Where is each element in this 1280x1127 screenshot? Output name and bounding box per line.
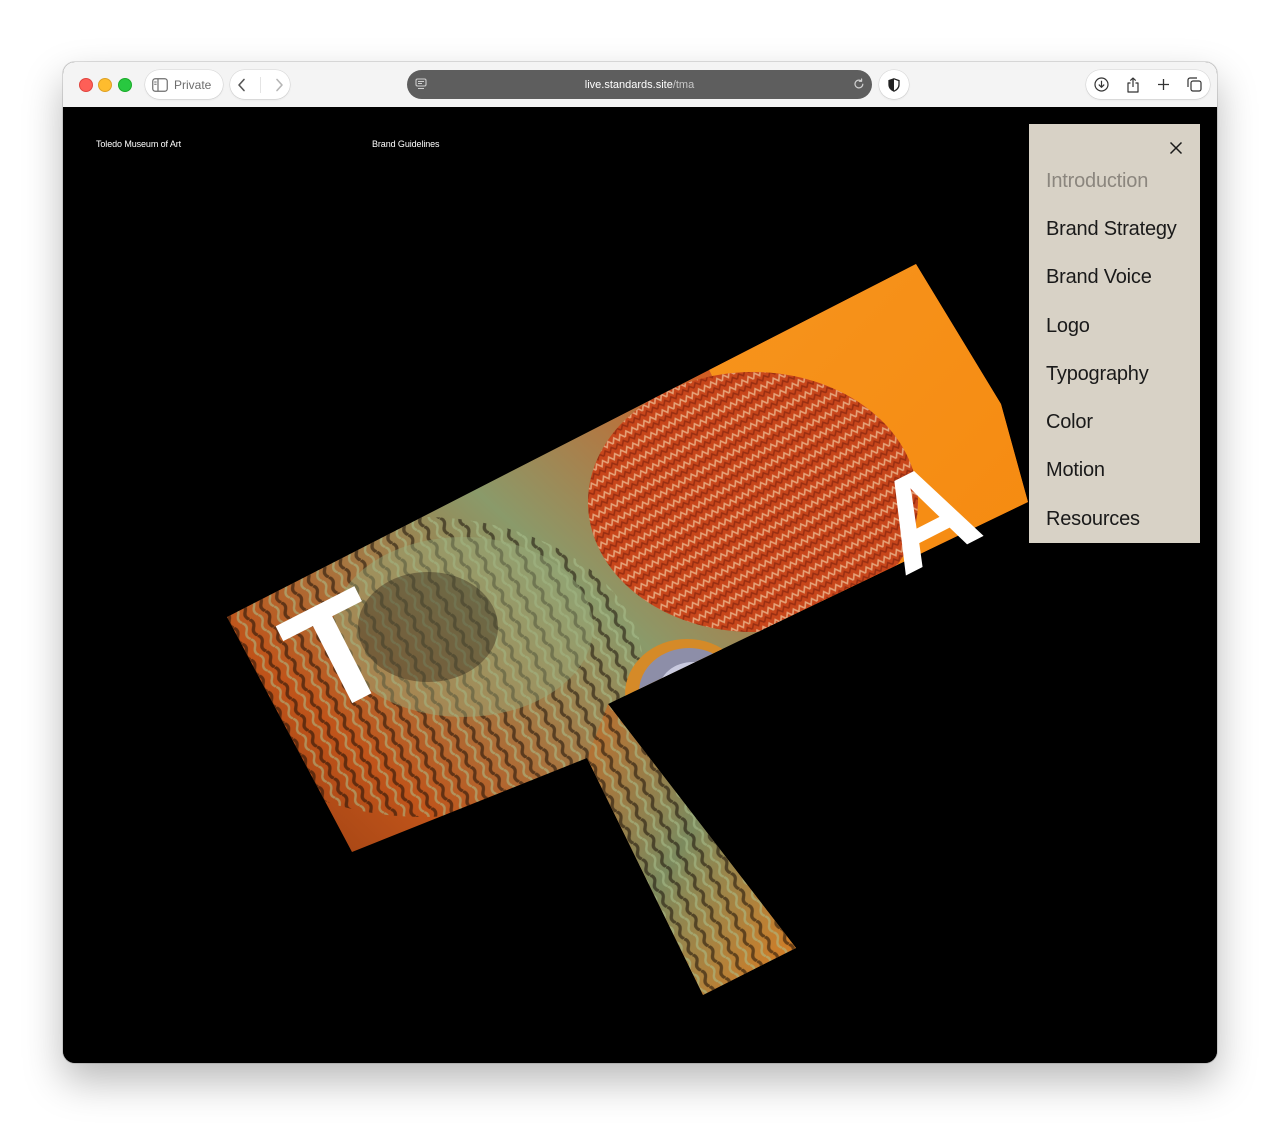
navigation-buttons	[230, 70, 290, 99]
private-label: Private	[174, 77, 212, 92]
reload-icon[interactable]	[853, 78, 865, 90]
shield-icon	[888, 77, 900, 92]
browser-window: Private live.standards.site/tma T A Tole…	[63, 62, 1217, 1063]
menu-item-logo[interactable]: Logo	[1046, 315, 1090, 338]
close-icon[interactable]	[1168, 140, 1184, 156]
tab-overview-icon[interactable]	[1187, 77, 1202, 92]
address-bar[interactable]: live.standards.site/tma	[407, 70, 872, 99]
url-domain: live.standards.site	[584, 78, 673, 91]
privacy-report-button[interactable]	[879, 70, 909, 99]
menu-item-motion[interactable]: Motion	[1046, 459, 1105, 482]
menu-item-introduction[interactable]: Introduction	[1046, 170, 1148, 193]
menu-item-typography[interactable]: Typography	[1046, 363, 1149, 386]
menu-item-brand-voice[interactable]: Brand Voice	[1046, 266, 1152, 289]
page-menu-icon[interactable]	[415, 78, 427, 90]
menu-item-color[interactable]: Color	[1046, 411, 1093, 434]
sidebar-private-button[interactable]: Private	[145, 70, 223, 99]
close-window-button[interactable]	[79, 78, 93, 92]
sidebar-icon	[152, 77, 168, 92]
download-icon[interactable]	[1094, 77, 1109, 92]
navigation-menu: Introduction Brand Strategy Brand Voice …	[1029, 124, 1200, 543]
browser-actions	[1086, 70, 1210, 99]
browser-toolbar: Private live.standards.site/tma	[63, 62, 1217, 108]
back-icon[interactable]	[237, 78, 247, 92]
menu-item-brand-strategy[interactable]: Brand Strategy	[1046, 218, 1177, 241]
zoom-window-button[interactable]	[118, 78, 132, 92]
site-section-title[interactable]: Brand Guidelines	[372, 139, 440, 149]
page-content: T A Toledo Museum of Art Brand Guideline…	[63, 107, 1217, 1063]
new-tab-icon[interactable]	[1157, 78, 1170, 91]
forward-icon[interactable]	[274, 78, 284, 92]
site-name[interactable]: Toledo Museum of Art	[96, 139, 181, 149]
minimize-window-button[interactable]	[98, 78, 112, 92]
nav-divider	[259, 76, 261, 93]
share-icon[interactable]	[1126, 76, 1140, 93]
url-path: /tma	[672, 78, 695, 91]
menu-item-resources[interactable]: Resources	[1046, 508, 1140, 531]
